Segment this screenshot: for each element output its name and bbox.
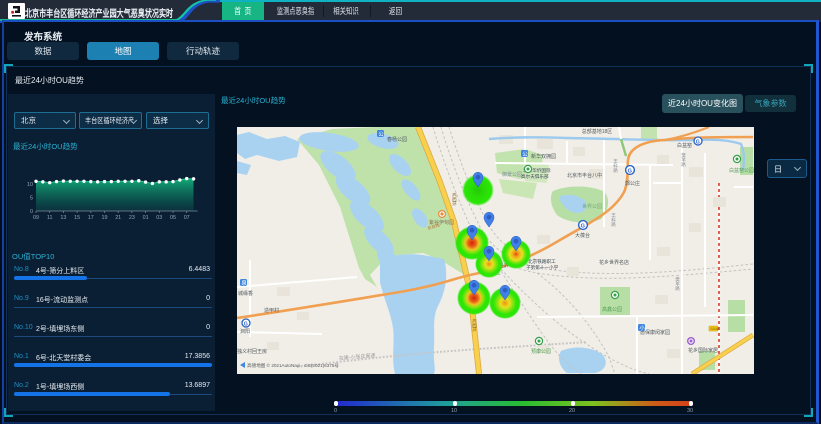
svg-text:高德地图 © 2021AutoNavi - GS(2021): 高德地图 © 2021AutoNavi - GS(2021)6375号 <box>247 362 339 369</box>
svg-text:G: G <box>581 224 585 230</box>
svg-text:城缘香: 城缘香 <box>238 290 253 297</box>
svg-text:丰科路: 丰科路 <box>613 158 619 174</box>
svg-text:17: 17 <box>88 215 94 221</box>
svg-text:花乡世界名店: 花乡世界名店 <box>599 259 629 266</box>
svg-text:高尔夫俱乐部: 高尔夫俱乐部 <box>521 173 549 180</box>
svg-text:西四环: 西四环 <box>452 193 458 208</box>
svg-text:S046: S046 <box>710 327 718 331</box>
svg-text:御景公园: 御景公园 <box>502 171 522 178</box>
svg-text:白盆窑: 白盆窑 <box>677 142 692 149</box>
svg-text:09: 09 <box>33 215 39 221</box>
svg-text:北京铁路职工: 北京铁路职工 <box>528 258 556 265</box>
svg-text:大葆台: 大葆台 <box>575 232 590 239</box>
svg-text:公: 公 <box>378 132 384 138</box>
svg-text:11: 11 <box>47 215 53 221</box>
svg-text:樊羊路: 樊羊路 <box>681 152 687 168</box>
svg-text:春杨公园: 春杨公园 <box>387 136 407 143</box>
svg-text:0: 0 <box>30 209 33 215</box>
svg-text:郭公庄: 郭公庄 <box>625 180 640 187</box>
svg-text:10: 10 <box>27 182 33 188</box>
svg-text:预康公园: 预康公园 <box>531 348 551 355</box>
svg-text:世界公园: 世界公园 <box>582 203 602 210</box>
svg-text:高鑫公园: 高鑫公园 <box>602 306 622 313</box>
svg-text:泉: 泉 <box>241 279 247 287</box>
svg-text:西四环: 西四环 <box>472 319 478 334</box>
svg-text:丰科路: 丰科路 <box>611 212 617 228</box>
svg-text:5: 5 <box>30 196 33 202</box>
svg-text:19: 19 <box>102 215 108 221</box>
svg-text:子弟第十一小学: 子弟第十一小学 <box>526 264 559 271</box>
svg-text:白盆窑公园: 白盆窑公园 <box>729 167 754 174</box>
svg-text:07: 07 <box>184 215 190 221</box>
svg-text:15: 15 <box>74 215 80 221</box>
svg-text:G: G <box>628 169 632 175</box>
svg-text:总部基地18区: 总部基地18区 <box>582 128 613 135</box>
svg-text:樊羊路: 樊羊路 <box>675 276 681 292</box>
svg-text:21: 21 <box>115 215 121 221</box>
svg-text:花乡国际家居: 花乡国际家居 <box>688 347 718 354</box>
svg-text:公: 公 <box>522 152 528 158</box>
svg-text:新华双拥园: 新华双拥园 <box>531 153 556 160</box>
svg-text:05: 05 <box>170 215 176 221</box>
svg-text:小: 小 <box>639 324 645 332</box>
svg-text:洄阳: 洄阳 <box>240 328 250 335</box>
svg-text:独义村回王房: 独义村回王房 <box>237 348 267 355</box>
svg-text:造甲村: 造甲村 <box>264 307 279 314</box>
svg-text:23: 23 <box>129 215 135 221</box>
svg-text:G: G <box>696 139 700 145</box>
svg-text:G: G <box>244 321 248 327</box>
svg-text:北京市丰台八中: 北京市丰台八中 <box>567 172 602 179</box>
svg-text:01: 01 <box>143 215 149 221</box>
svg-text:13: 13 <box>60 215 66 221</box>
svg-text:03: 03 <box>156 215 162 221</box>
